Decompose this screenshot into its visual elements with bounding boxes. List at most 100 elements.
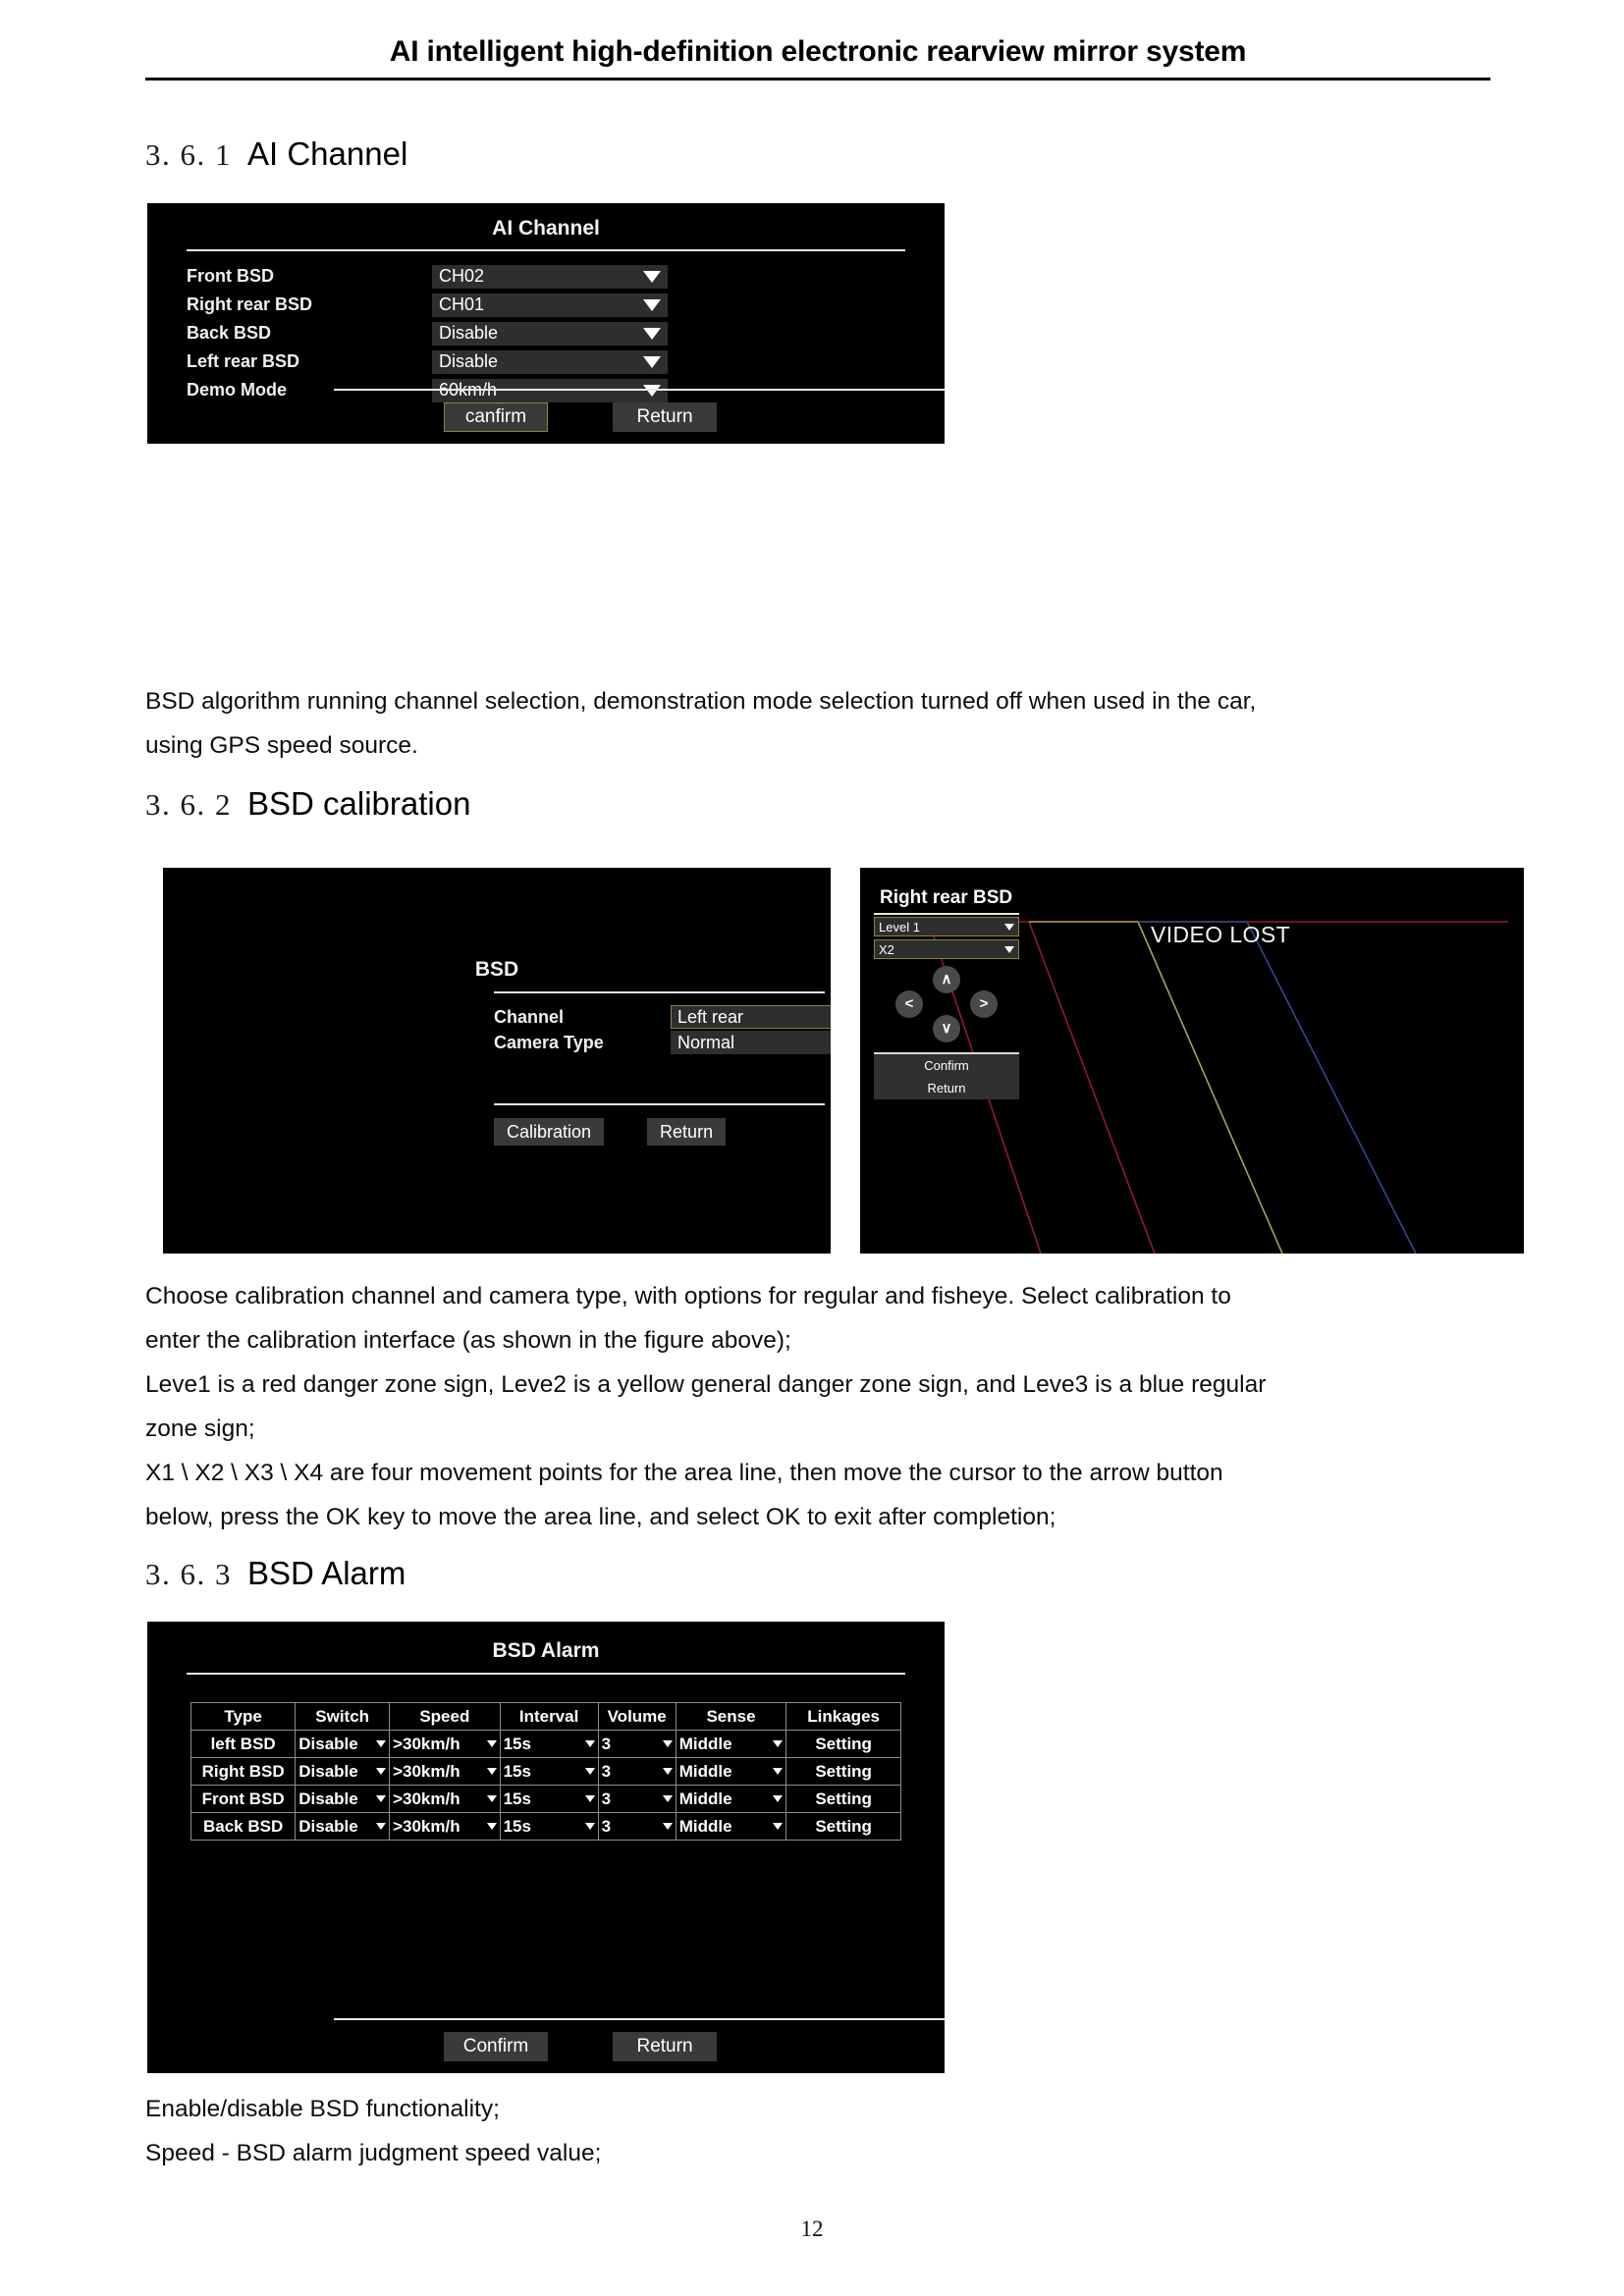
row-label: Right rear BSD	[187, 294, 313, 314]
paragraph-ai-channel: BSD algorithm running channel selection,…	[145, 679, 1500, 768]
sense-select[interactable]: Middle	[675, 1730, 787, 1758]
ai-channel-panel-title: AI Channel	[492, 217, 600, 240]
heading-bsd-alarm: 3. 6. 3 BSD Alarm	[145, 1555, 406, 1592]
speed-select[interactable]: >30km/h	[389, 1812, 501, 1841]
arrow-up-button[interactable]: ∧	[933, 966, 960, 993]
sense-select[interactable]: Middle	[675, 1812, 787, 1841]
cell-value: Disable	[298, 1789, 358, 1808]
panel-divider-top	[187, 249, 905, 251]
volume-select[interactable]: 3	[597, 1757, 677, 1786]
linkages-setting-button[interactable]: Setting	[785, 1730, 901, 1758]
return-button[interactable]: Return	[613, 402, 717, 432]
ai-channel-button-bar: canfirm Return	[147, 402, 945, 432]
level-select[interactable]: Level 1	[874, 917, 1019, 936]
chevron-down-icon	[376, 1740, 387, 1747]
table-row: Back BSD Disable >30km/h 15s 3 Middle Se…	[189, 1812, 901, 1841]
chevron-down-icon	[376, 1823, 387, 1830]
paragraph-line: Speed - BSD alarm judgment speed value;	[145, 2140, 602, 2166]
cell-value: Disable	[298, 1816, 358, 1836]
speed-select[interactable]: >30km/h	[389, 1757, 501, 1786]
arrow-right-button[interactable]: >	[970, 990, 998, 1018]
bsd-alarm-screenshot: BSD Alarm Type Switch Speed Interval Vol…	[147, 1622, 945, 2073]
cell-value: >30km/h	[393, 1816, 460, 1836]
return-button[interactable]: Return	[647, 1118, 727, 1146]
paragraph-line: Enable/disable BSD functionality;	[145, 2096, 500, 2122]
interval-select[interactable]: 15s	[499, 1785, 599, 1813]
video-status-text: VIDEO LOST	[1151, 922, 1291, 947]
column-header-type: Type	[189, 1702, 297, 1731]
interval-select[interactable]: 15s	[499, 1812, 599, 1841]
column-header-sense: Sense	[675, 1702, 787, 1731]
heading-label: BSD Alarm	[247, 1555, 406, 1591]
chevron-down-icon	[773, 1823, 784, 1830]
paragraph-line: using GPS speed source.	[145, 732, 418, 759]
camera-type-select[interactable]: Normal	[671, 1031, 831, 1054]
channel-select[interactable]: Left rear	[671, 1005, 831, 1029]
cell-value: 3	[601, 1761, 612, 1781]
switch-select[interactable]: Disable	[295, 1785, 391, 1813]
row-type-label: left BSD	[189, 1730, 297, 1758]
row-label: Back BSD	[187, 323, 272, 343]
volume-select[interactable]: 3	[597, 1812, 677, 1841]
interval-select[interactable]: 15s	[499, 1730, 599, 1758]
cell-value: Middle	[678, 1761, 732, 1781]
linkages-setting-button[interactable]: Setting	[785, 1812, 901, 1841]
calibration-button-bar: Confirm Return	[874, 1052, 1019, 1099]
confirm-button[interactable]: Confirm	[874, 1054, 1019, 1077]
left-rear-bsd-select[interactable]: Disable	[432, 349, 668, 374]
table-row: Right BSD Disable >30km/h 15s 3 Middle S…	[189, 1757, 901, 1786]
select-value: Level 1	[879, 919, 920, 934]
volume-select[interactable]: 3	[597, 1730, 677, 1758]
ai-channel-rows: Front BSD CH02 Right rear BSD CH01 Back …	[187, 262, 945, 404]
chevron-down-icon	[643, 270, 661, 283]
page-number: 12	[800, 2216, 824, 2241]
confirm-button[interactable]: canfirm	[444, 402, 548, 432]
front-bsd-select[interactable]: CH02	[432, 264, 668, 289]
bsd-alarm-panel-title: BSD Alarm	[492, 1639, 600, 1662]
document-header: AI intelligent high-definition electroni…	[145, 35, 1490, 80]
select-value: Normal	[677, 1032, 735, 1052]
chevron-down-icon	[376, 1795, 387, 1802]
switch-select[interactable]: Disable	[295, 1757, 391, 1786]
switch-select[interactable]: Disable	[295, 1812, 391, 1841]
back-bsd-select[interactable]: Disable	[432, 321, 668, 346]
chevron-down-icon	[486, 1768, 497, 1775]
paragraph-line: zone sign;	[145, 1415, 255, 1442]
cell-value: >30km/h	[393, 1789, 460, 1808]
select-value: Disable	[439, 351, 499, 371]
speed-select[interactable]: >30km/h	[389, 1730, 501, 1758]
chevron-down-icon	[376, 1768, 387, 1775]
linkages-setting-button[interactable]: Setting	[785, 1785, 901, 1813]
switch-select[interactable]: Disable	[295, 1730, 391, 1758]
ai-channel-row: Front BSD CH02	[187, 262, 945, 291]
cell-value: Middle	[678, 1734, 732, 1753]
chevron-down-icon	[662, 1768, 673, 1775]
panel-divider-top	[187, 1673, 905, 1675]
chevron-down-icon	[643, 298, 661, 311]
right-rear-bsd-select[interactable]: CH01	[432, 293, 668, 317]
sense-select[interactable]: Middle	[675, 1785, 787, 1813]
calibration-button[interactable]: Calibration	[494, 1118, 605, 1146]
speed-select[interactable]: >30km/h	[389, 1785, 501, 1813]
point-select[interactable]: X2	[874, 939, 1019, 959]
return-button[interactable]: Return	[613, 2032, 717, 2061]
chevron-down-icon	[773, 1768, 784, 1775]
confirm-button[interactable]: Confirm	[444, 2032, 548, 2061]
select-value: Left rear	[677, 1006, 744, 1027]
arrow-down-button[interactable]: ∨	[933, 1015, 960, 1042]
panel-divider-top	[874, 913, 1019, 915]
cell-value: 3	[601, 1816, 612, 1836]
header-rule	[145, 78, 1490, 80]
sense-select[interactable]: Middle	[675, 1757, 787, 1786]
chevron-down-icon	[584, 1768, 595, 1775]
return-button[interactable]: Return	[874, 1077, 1019, 1099]
chevron-down-icon	[643, 355, 661, 368]
row-type-label: Back BSD	[189, 1812, 297, 1841]
cell-value: 15s	[503, 1734, 531, 1753]
cell-value: 3	[601, 1789, 612, 1808]
chevron-down-icon	[584, 1823, 595, 1830]
arrow-left-button[interactable]: <	[895, 990, 923, 1018]
interval-select[interactable]: 15s	[499, 1757, 599, 1786]
volume-select[interactable]: 3	[597, 1785, 677, 1813]
linkages-setting-button[interactable]: Setting	[785, 1757, 901, 1786]
